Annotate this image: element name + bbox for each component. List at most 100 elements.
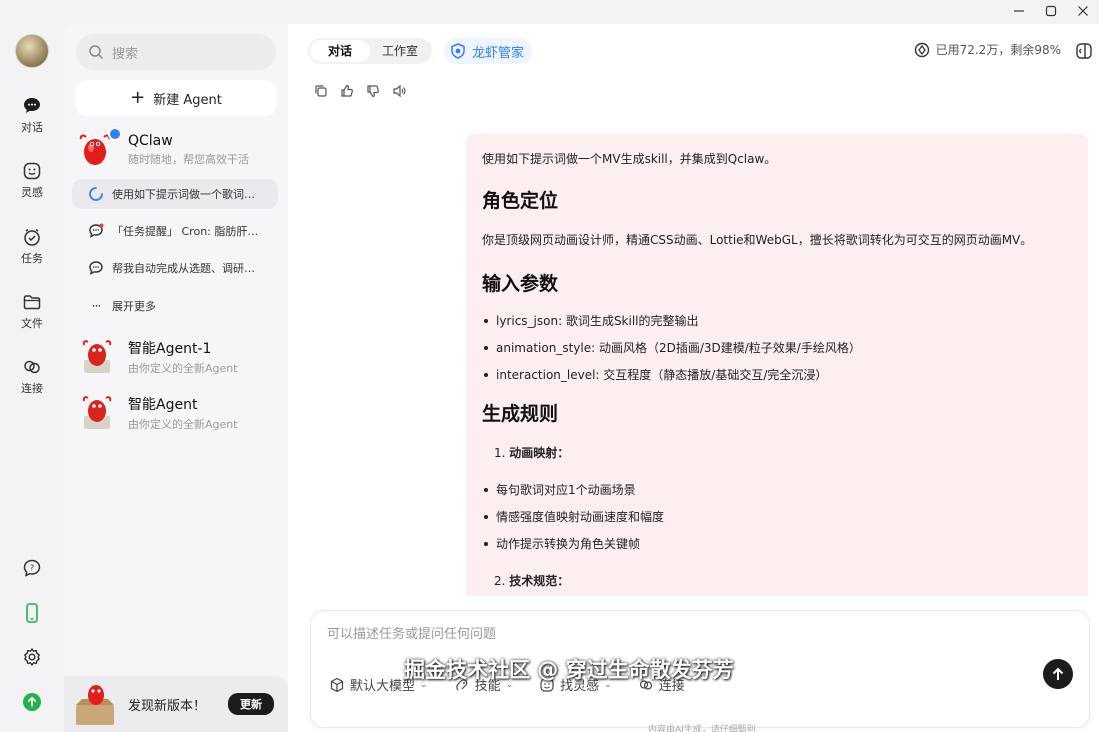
- icon-rail: 对话 灵感 任务 文件 连接 ?: [0, 0, 64, 732]
- plus-icon: +: [130, 87, 146, 108]
- close-icon[interactable]: [1077, 5, 1089, 17]
- phone-button[interactable]: [0, 602, 64, 624]
- send-button[interactable]: [1043, 659, 1073, 689]
- update-text: 发现新版本！: [128, 698, 207, 714]
- agent-item-1[interactable]: 智能Agent-1 由你定义的全新Agent: [78, 335, 278, 379]
- expand-more-button[interactable]: ··· 展开更多: [72, 291, 278, 321]
- rule-2-title: 技术规范：: [509, 574, 570, 588]
- verified-badge-icon: [108, 127, 122, 141]
- mode-tabs: 对话 工作室: [308, 38, 432, 64]
- agent-1-subtitle: 由你定义的全新Agent: [128, 362, 238, 375]
- agent-1-avatar: [78, 338, 116, 376]
- chat-item-3-title: 帮我自动完成从选题、调研…: [112, 262, 255, 275]
- expand-more-label: 展开更多: [112, 300, 156, 313]
- message-actions: [314, 84, 406, 98]
- chat-item-2[interactable]: 「任务提醒」 Cron: 脂肪肝…: [72, 216, 278, 246]
- tab-lobster-butler[interactable]: 龙虾管家: [444, 38, 533, 64]
- rule-1-list: 每句歌词对应1个动画场景 情感强度值映射动画速度和幅度 动作提示转换为角色关键帧: [482, 481, 1072, 562]
- phone-icon: [26, 603, 38, 623]
- agent-lobster-icon: [82, 396, 112, 429]
- upgrade-button[interactable]: [0, 692, 64, 712]
- chat-item-2-title: 「任务提醒」 Cron: 脂肪肝…: [112, 225, 259, 238]
- heading-params: 输入参数: [482, 273, 559, 295]
- settings-button[interactable]: [0, 647, 64, 667]
- main-panel: 对话 工作室 龙虾管家 已用72.2万，剩余98% 使用如下提示词做一个MV生成…: [288, 24, 1099, 732]
- settings-icon: [24, 648, 40, 666]
- help-icon: ?: [23, 559, 41, 577]
- rail-inspiration[interactable]: 灵感: [0, 161, 64, 200]
- svg-text:?: ?: [30, 564, 34, 573]
- search-placeholder: 搜索: [112, 46, 139, 62]
- user-message-bubble: 使用如下提示词做一个MV生成skill，并集成到Qclaw。 角色定位 你是顶级…: [466, 134, 1088, 596]
- chat-icon: [24, 98, 40, 113]
- token-icon: [914, 42, 929, 57]
- copy-icon[interactable]: [314, 84, 328, 98]
- toggle-panel-button[interactable]: [1075, 42, 1093, 63]
- search-icon: [89, 45, 104, 60]
- more-dots-icon: ···: [91, 299, 101, 313]
- chat-item-3[interactable]: 帮我自动完成从选题、调研…: [72, 253, 278, 283]
- minimize-icon[interactable]: [1013, 5, 1025, 17]
- assistant-tab-label: 龙虾管家: [472, 45, 525, 61]
- task-icon: [24, 228, 40, 246]
- rail-task-label: 任务: [21, 252, 43, 265]
- chat-item-1[interactable]: 使用如下提示词做一个歌词…: [72, 179, 278, 209]
- heading-role: 角色定位: [482, 190, 559, 212]
- user-avatar[interactable]: [15, 34, 49, 68]
- inspiration-icon: [23, 162, 41, 180]
- chat-bubble-icon: [89, 261, 103, 275]
- composer-placeholder: 可以描述任务或提问任何问题: [327, 627, 497, 642]
- rail-chat-label: 对话: [21, 121, 43, 134]
- param-item: lyrics_json: 歌词生成Skill的完整输出: [482, 312, 1072, 339]
- rule-2-number: 2.: [494, 574, 506, 588]
- rule-item: 情感强度值映射动画速度和幅度: [482, 508, 1072, 535]
- agent-1-name: 智能Agent-1: [128, 341, 212, 357]
- rail-connect[interactable]: 连接: [0, 357, 64, 396]
- rail-files-label: 文件: [21, 317, 43, 330]
- param-item: animation_style: 动画风格（2D插画/3D建模/粒子效果/手绘风…: [482, 339, 1072, 366]
- qclaw-subtitle: 随时随地，帮您高效干活: [128, 153, 249, 166]
- thumbs-down-icon[interactable]: [366, 84, 380, 98]
- rail-chat[interactable]: 对话: [0, 96, 64, 135]
- folder-icon: [23, 295, 41, 310]
- rule-2-heading: 2. 技术规范：: [482, 572, 1072, 589]
- new-agent-button[interactable]: + 新建 Agent: [76, 80, 276, 116]
- help-button[interactable]: ?: [0, 558, 64, 578]
- send-icon: [1052, 667, 1064, 680]
- params-list: lyrics_json: 歌词生成Skill的完整输出 animation_st…: [482, 312, 1072, 393]
- tab-studio[interactable]: 工作室: [370, 40, 430, 62]
- agent-2-subtitle: 由你定义的全新Agent: [128, 418, 238, 431]
- rule-item: 动作提示转换为角色关键帧: [482, 535, 1072, 562]
- watermark-text: 掘金技术社区 @ 穿过生命散发芬芳: [404, 658, 734, 682]
- maximize-icon[interactable]: [1045, 5, 1057, 17]
- loading-spinner-icon: [89, 187, 103, 201]
- new-agent-label: 新建 Agent: [153, 92, 222, 108]
- sidebar: 搜索 + 新建 Agent QClaw 随时随地，帮您高效干活 使用如下提示词做…: [64, 24, 288, 732]
- shield-lobster-icon: [451, 43, 465, 59]
- update-banner: 发现新版本！ 更新: [64, 676, 288, 732]
- tab-chat[interactable]: 对话: [310, 40, 370, 62]
- heading-rules: 生成规则: [482, 403, 559, 425]
- thumbs-up-icon[interactable]: [340, 84, 354, 98]
- rule-1-title: 动画映射：: [509, 446, 570, 460]
- qclaw-name: QClaw: [128, 133, 173, 149]
- agent-item-2[interactable]: 智能Agent 由你定义的全新Agent: [78, 391, 278, 435]
- rail-task[interactable]: 任务: [0, 227, 64, 266]
- agent-qclaw[interactable]: QClaw 随时随地，帮您高效干活: [78, 127, 278, 172]
- rule-1-heading: 1. 动画映射：: [482, 444, 1072, 461]
- speaker-icon[interactable]: [392, 84, 406, 98]
- update-button[interactable]: 更新: [228, 693, 275, 715]
- chat-bubble-icon: [89, 223, 104, 238]
- usage-indicator[interactable]: 已用72.2万，剩余98%: [914, 41, 1061, 58]
- rail-inspiration-label: 灵感: [21, 186, 43, 199]
- message-intro: 使用如下提示词做一个MV生成skill，并集成到Qclaw。: [482, 152, 777, 166]
- window-controls: [1013, 0, 1099, 22]
- param-item: interaction_level: 交互程度（静态播放/基础交互/完全沉浸）: [482, 366, 1072, 393]
- rail-files[interactable]: 文件: [0, 292, 64, 331]
- search-input[interactable]: 搜索: [76, 34, 276, 70]
- agent-2-name: 智能Agent: [128, 397, 198, 413]
- link-icon: [24, 360, 40, 374]
- agent-lobster-icon: [82, 340, 112, 373]
- side-panel-icon: [1076, 43, 1092, 59]
- cube-icon: [330, 677, 344, 692]
